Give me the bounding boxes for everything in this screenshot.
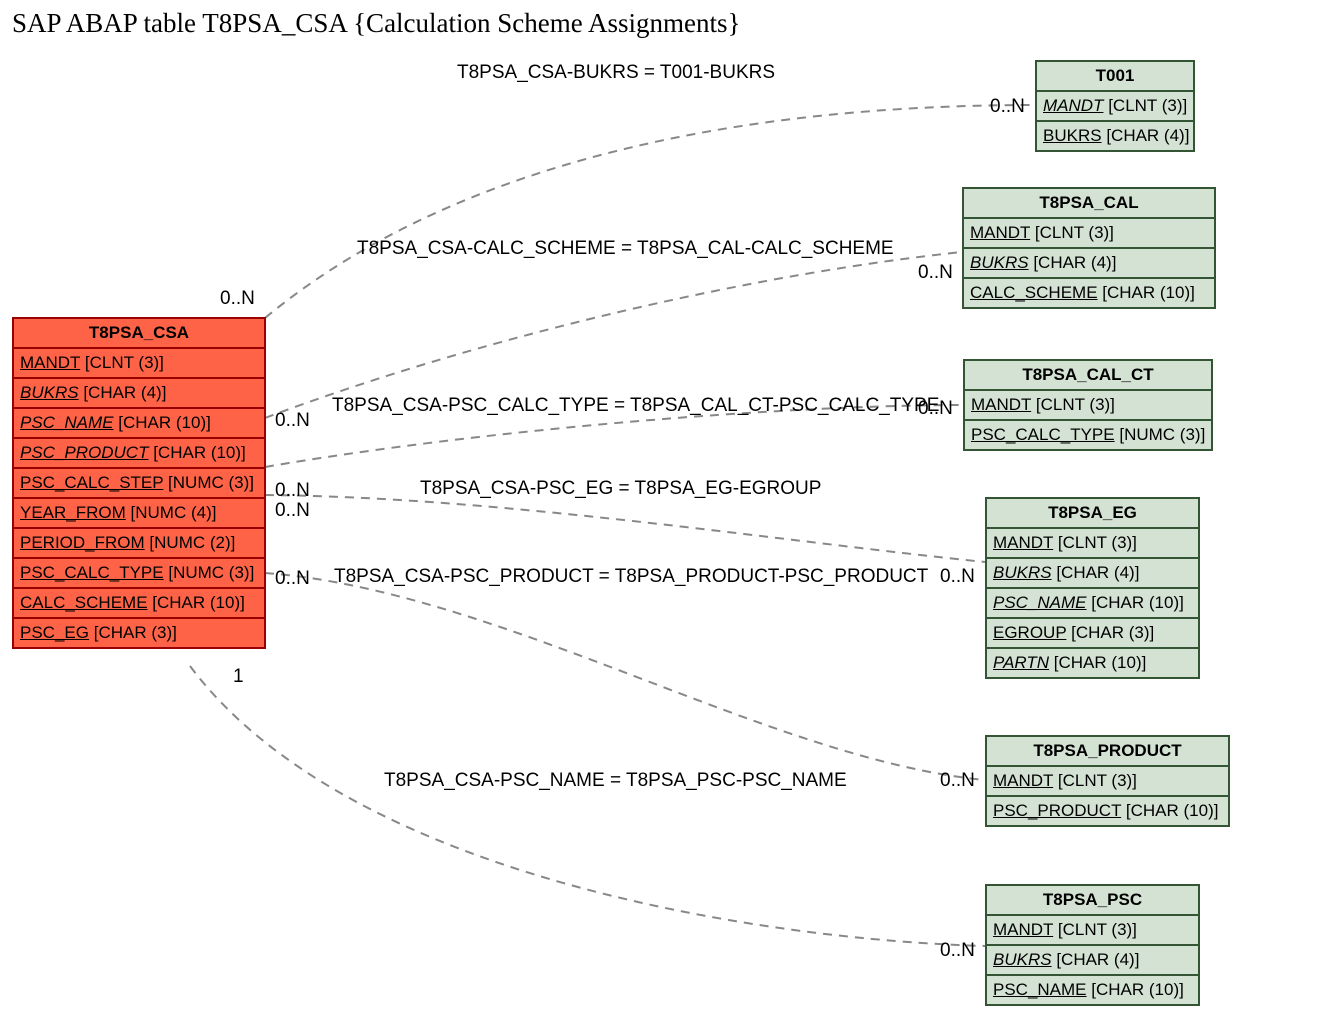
field: BUKRS [CHAR (4)] (1037, 122, 1193, 150)
field: PSC_PRODUCT [CHAR (10)] (14, 439, 264, 469)
field: PSC_CALC_STEP [NUMC (3)] (14, 469, 264, 499)
entity-header: T8PSA_PRODUCT (987, 737, 1228, 767)
entity-t8psa-eg: T8PSA_EG MANDT [CLNT (3)] BUKRS [CHAR (4… (985, 497, 1200, 679)
cardinality: 0..N (275, 568, 310, 590)
page-title: SAP ABAP table T8PSA_CSA {Calculation Sc… (12, 8, 740, 39)
field: MANDT [CLNT (3)] (964, 219, 1214, 249)
cardinality: 0..N (940, 770, 975, 792)
field: PSC_EG [CHAR (3)] (14, 619, 264, 647)
field: PSC_CALC_TYPE [NUMC (3)] (965, 421, 1211, 449)
field: PSC_NAME [CHAR (10)] (14, 409, 264, 439)
relation-label: T8PSA_CSA-PSC_PRODUCT = T8PSA_PRODUCT-PS… (334, 566, 928, 588)
field: MANDT [CLNT (3)] (965, 391, 1211, 421)
field: MANDT [CLNT (3)] (987, 529, 1198, 559)
field: MANDT [CLNT (3)] (1037, 92, 1193, 122)
cardinality: 0..N (990, 96, 1025, 118)
field: CALC_SCHEME [CHAR (10)] (14, 589, 264, 619)
field: MANDT [CLNT (3)] (987, 767, 1228, 797)
field: PSC_NAME [CHAR (10)] (987, 589, 1198, 619)
entity-t8psa-product: T8PSA_PRODUCT MANDT [CLNT (3)] PSC_PRODU… (985, 735, 1230, 827)
entity-header: T001 (1037, 62, 1193, 92)
relation-label: T8PSA_CSA-PSC_CALC_TYPE = T8PSA_CAL_CT-P… (332, 395, 939, 417)
entity-header: T8PSA_CAL (964, 189, 1214, 219)
cardinality: 0..N (940, 940, 975, 962)
cardinality: 0..N (275, 410, 310, 432)
field: BUKRS [CHAR (4)] (14, 379, 264, 409)
relation-label: T8PSA_CSA-PSC_EG = T8PSA_EG-EGROUP (420, 478, 821, 500)
cardinality: 0..N (940, 566, 975, 588)
entity-t8psa-cal-ct: T8PSA_CAL_CT MANDT [CLNT (3)] PSC_CALC_T… (963, 359, 1213, 451)
field: MANDT [CLNT (3)] (14, 349, 264, 379)
cardinality: 0..N (918, 398, 953, 420)
cardinality: 0..N (275, 480, 310, 502)
entity-header: T8PSA_CAL_CT (965, 361, 1211, 391)
field: YEAR_FROM [NUMC (4)] (14, 499, 264, 529)
field: BUKRS [CHAR (4)] (964, 249, 1214, 279)
relation-label: T8PSA_CSA-PSC_NAME = T8PSA_PSC-PSC_NAME (384, 770, 847, 792)
cardinality: 1 (233, 666, 244, 688)
entity-t8psa-csa: T8PSA_CSA MANDT [CLNT (3)] BUKRS [CHAR (… (12, 317, 266, 649)
relation-label: T8PSA_CSA-BUKRS = T001-BUKRS (457, 62, 775, 84)
field: PSC_PRODUCT [CHAR (10)] (987, 797, 1228, 825)
entity-header: T8PSA_PSC (987, 886, 1198, 916)
field: PSC_CALC_TYPE [NUMC (3)] (14, 559, 264, 589)
field: BUKRS [CHAR (4)] (987, 559, 1198, 589)
relation-label: T8PSA_CSA-CALC_SCHEME = T8PSA_CAL-CALC_S… (357, 238, 894, 260)
entity-t001: T001 MANDT [CLNT (3)] BUKRS [CHAR (4)] (1035, 60, 1195, 152)
entity-t8psa-psc: T8PSA_PSC MANDT [CLNT (3)] BUKRS [CHAR (… (985, 884, 1200, 1006)
field: PSC_NAME [CHAR (10)] (987, 976, 1198, 1004)
field: PERIOD_FROM [NUMC (2)] (14, 529, 264, 559)
entity-t8psa-cal: T8PSA_CAL MANDT [CLNT (3)] BUKRS [CHAR (… (962, 187, 1216, 309)
cardinality: 0..N (918, 262, 953, 284)
field: CALC_SCHEME [CHAR (10)] (964, 279, 1214, 307)
field: EGROUP [CHAR (3)] (987, 619, 1198, 649)
field: BUKRS [CHAR (4)] (987, 946, 1198, 976)
cardinality: 0..N (220, 288, 255, 310)
field: PARTN [CHAR (10)] (987, 649, 1198, 677)
field: MANDT [CLNT (3)] (987, 916, 1198, 946)
entity-header: T8PSA_CSA (14, 319, 264, 349)
entity-header: T8PSA_EG (987, 499, 1198, 529)
cardinality: 0..N (275, 500, 310, 522)
